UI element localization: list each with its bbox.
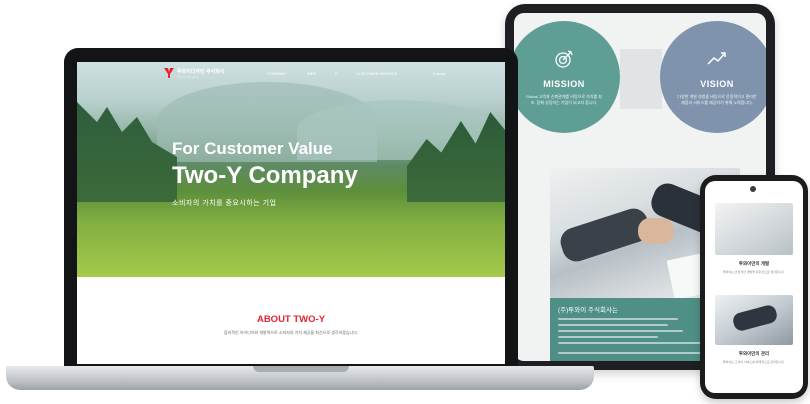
phone-image-documents [715,203,793,255]
mission-desc: Global 고객과 신뢰관계를 바탕으로 가치를 창조, 함께 성장하는 기업… [526,94,602,105]
phone-section2-title: 투와이만의 관리 [738,351,770,356]
text-line [558,352,718,354]
logo-subtext: Two-Y Company [177,75,200,79]
target-icon [555,50,573,68]
logo-icon[interactable] [164,68,174,78]
nav-item-customer-service[interactable]: CUSTOMER SERVICE [356,71,397,76]
vision-title: VISION [700,79,734,89]
about-description: 합리적인 아이디어와 개발력으로 소비자의 가치 제공을 최선으로 생각하겠습니… [223,330,358,335]
phone-image-handshake [715,295,793,345]
nav-item-language[interactable]: Korean [433,71,446,76]
about-title: ABOUT TWO-Y [256,314,326,325]
phone-section2-text: 투와이는 고객의 서비스를 체계적으로 관리합니다. [722,360,786,364]
text-line [558,324,668,326]
hero-banner: 투와이디자인 주식회사 Two-Y Company COMPANY WEB IT… [77,62,505,277]
laptop-notch [253,366,349,372]
mission-title: MISSION [543,79,585,89]
top-nav: 투와이디자인 주식회사 Two-Y Company COMPANY WEB IT… [77,62,505,84]
camera-icon [750,186,756,192]
vision-desc: 다양한 개발 경험을 바탕으로 안정적이고 편리한 제품과 서비스를 제공하기 … [677,94,757,105]
tablet-band [620,49,662,109]
phone-section1-text: 투와이는 안정적인 개발을 최우선으로 생각합니다. [722,270,786,274]
text-line [558,318,678,320]
device-mockup-stage: MISSION Global 고객과 신뢰관계를 바탕으로 가치를 창조, 함께… [0,0,810,404]
nav-item-it[interactable]: IT [335,71,339,76]
logo-text[interactable]: 투와이디자인 주식회사 [177,68,224,75]
chart-up-icon [707,52,726,65]
nav-item-web[interactable]: WEB [307,71,316,76]
phone-screen: 투와이만의 개발 투와이는 안정적인 개발을 최우선으로 생각합니다. 투와이만… [705,181,803,393]
text-line [558,330,683,332]
phone-section1-title: 투와이만의 개발 [738,261,770,266]
tablet-section-title: (주)투와이 주식회사는 [558,307,618,314]
hero-company-name: Two-Y Company [172,162,358,189]
phone-device: 투와이만의 개발 투와이는 안정적인 개발을 최우선으로 생각합니다. 투와이만… [700,175,808,399]
mission-circle: MISSION Global 고객과 신뢰관계를 바탕으로 가치를 창조, 함께… [514,21,620,133]
hero-headline: For Customer Value [172,139,333,158]
text-line [558,342,708,344]
laptop-screen: 투와이디자인 주식회사 Two-Y Company COMPANY WEB IT… [77,62,505,364]
vision-circle: VISION 다양한 개발 경험을 바탕으로 안정적이고 편리한 제품과 서비스… [660,21,766,133]
hero-subtitle: 소비자의 가치를 중요시하는 기업 [172,200,277,207]
text-line [558,336,658,338]
nav-item-company[interactable]: COMPANY [267,71,287,76]
